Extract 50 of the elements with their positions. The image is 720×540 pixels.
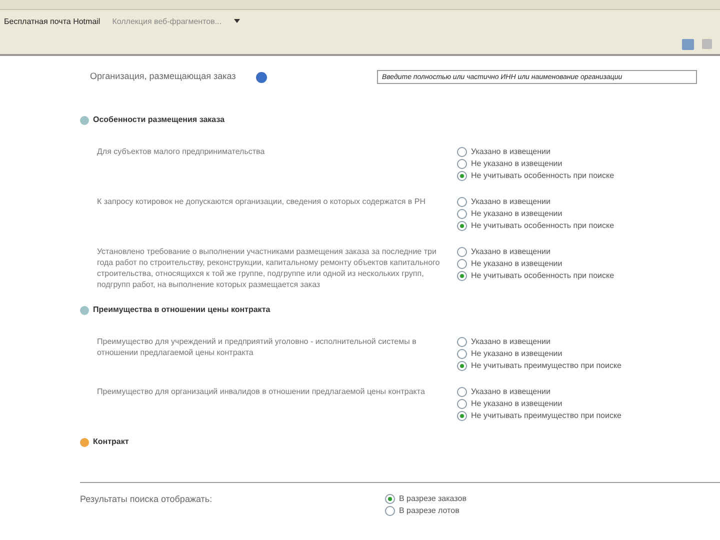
criterion-label: Преимущество для организаций инвалидов в отношении предлагаемой цены контракта [97,386,426,397]
criterion-label: Установлено требование о выполнении участниками размещения заказа за последние три года работ по строительству, реконструкции, капитальному ремонту объектов капитального строительства, относящихся к той же группе, подгруппе или одной из нескольких групп, подгрупп работ, на выполнение которых размещается заказ [97,246,441,290]
dropdown-caret-icon[interactable] [234,19,240,25]
radio-option[interactable]: Указано в извещении [457,386,622,398]
expand-icon[interactable] [80,438,89,446]
radio-button[interactable] [457,337,467,347]
radio-option[interactable]: Не учитывать особенность при поиске [457,170,614,182]
radio-option[interactable]: В разрезе заказов [385,493,466,505]
radio-button[interactable] [457,171,467,181]
radio-button[interactable] [457,247,467,257]
radio-option[interactable]: Не учитывать преимущество при поиске [457,360,622,372]
radio-option[interactable]: Не указано в извещении [457,348,622,360]
radio-button[interactable] [457,349,467,359]
radio-button[interactable] [457,197,467,207]
radio-option[interactable]: Указано в извещении [457,146,614,158]
radio-button[interactable] [457,271,467,281]
favorites-link[interactable]: Бесплатная почта Hotmail [4,16,100,28]
radio-button[interactable] [457,411,467,421]
radio-button[interactable] [457,399,467,409]
results-label: Результаты поиска отображать: [80,493,214,506]
radio-button[interactable] [457,221,467,231]
radio-button[interactable] [457,147,467,157]
criterion-label: К запросу котировок не допускаются организации, сведения о которых содержатся в РН [97,196,427,207]
radio-button[interactable] [457,259,467,269]
radio-option[interactable]: Не указано в извещении [457,398,622,410]
radio-option[interactable]: Не учитывать особенность при поиске [457,220,614,232]
criterion-label: Преимущество для учреждений и предприятий уголовно - исполнительной системы в отношении предлагаемой цены контракта [97,336,418,358]
radio-button[interactable] [457,361,467,371]
radio-option[interactable]: Не учитывать преимущество при поиске [457,410,622,422]
radio-button[interactable] [385,494,395,504]
collapse-icon[interactable] [80,306,89,314]
radio-option[interactable]: Не указано в извещении [457,258,614,270]
radio-button[interactable] [457,209,467,219]
radio-option[interactable]: Не учитывать особенность при поиске [457,270,614,282]
radio-option[interactable]: В разрезе лотов [385,505,466,517]
radio-option[interactable]: Указано в извещении [457,196,614,208]
section-title: Контракт [93,436,129,448]
radio-option[interactable]: Не указано в извещении [457,208,614,220]
criterion-label: Для субъектов малого предпринимательства [97,146,266,157]
help-icon[interactable] [256,72,267,82]
radio-button[interactable] [457,159,467,169]
section-title: Преимущества в отношении цены контракта [93,304,270,316]
radio-button[interactable] [385,506,395,516]
radio-button[interactable] [457,387,467,397]
radio-option[interactable]: Указано в извещении [457,246,614,258]
field-label: Организация, размещающая заказ [90,70,237,84]
section-title: Особенности размещения заказа [93,114,225,126]
collapse-icon[interactable] [80,116,89,124]
radio-option[interactable]: Указано в извещении [457,336,622,348]
radio-option[interactable]: Не указано в извещении [457,158,614,170]
